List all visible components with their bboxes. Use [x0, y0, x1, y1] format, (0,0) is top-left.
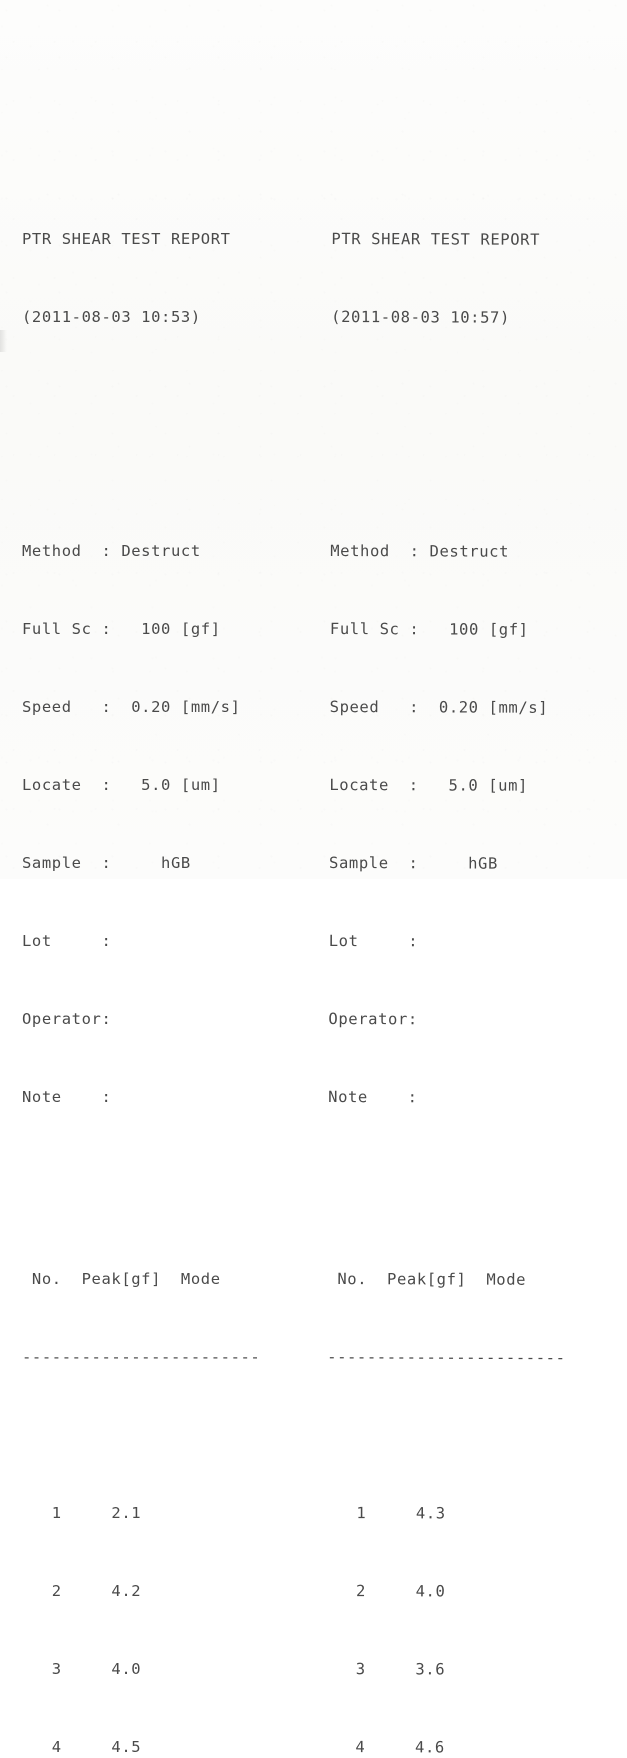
- param-note: Note :: [22, 1088, 112, 1106]
- table-row: 3 3.6: [325, 1659, 446, 1679]
- param-sample: Sample : hGB: [329, 853, 498, 873]
- table-row: 3 4.0: [22, 1660, 142, 1678]
- table-header-rule: ------------------------: [327, 1347, 566, 1367]
- measurement-rows: 1 2.1 2 4.2 3 4.0 4 4.5 5 3.9 6 4.3 7 4.…: [22, 1448, 322, 1758]
- table-row: 4 4.6: [325, 1737, 445, 1757]
- param-sample: Sample : hGB: [22, 854, 191, 872]
- param-operator: Operator:: [22, 1010, 112, 1028]
- table-row: 1 4.3: [326, 1503, 446, 1523]
- parameter-block: Method : Destruct Full Sc : 100 [gf] Spe…: [328, 486, 627, 1163]
- table-header: No. Peak[gf] Mode: [327, 1269, 527, 1289]
- report-right: PTR SHEAR TEST REPORT (2011-08-03 10:57)…: [327, 44, 627, 1758]
- param-full-sc: Full Sc : 100 [gf]: [22, 620, 221, 638]
- report-title-block: PTR SHEAR TEST REPORT (2011-08-03 10:57): [331, 174, 627, 383]
- report-left: PTR SHEAR TEST REPORT (2011-08-03 10:53)…: [22, 44, 322, 1758]
- table-row: 4 4.5: [22, 1738, 142, 1756]
- param-locate: Locate : 5.0 [um]: [22, 776, 221, 794]
- param-locate: Locate : 5.0 [um]: [329, 775, 529, 795]
- param-speed: Speed : 0.20 [mm/s]: [22, 698, 241, 716]
- param-lot: Lot :: [328, 931, 419, 951]
- table-row: 2 4.2: [22, 1582, 142, 1600]
- report-title-block: PTR SHEAR TEST REPORT (2011-08-03 10:53): [22, 174, 322, 382]
- param-speed: Speed : 0.20 [mm/s]: [329, 697, 549, 717]
- table-header: No. Peak[gf] Mode: [22, 1270, 221, 1288]
- param-note: Note :: [328, 1087, 418, 1107]
- report-title: PTR SHEAR TEST REPORT: [331, 229, 541, 249]
- param-method: Method : Destruct: [330, 541, 510, 561]
- report-datetime: (2011-08-03 10:53): [22, 308, 201, 326]
- parameter-block: Method : Destruct Full Sc : 100 [gf] Spe…: [22, 486, 322, 1162]
- table-row: 1 2.1: [22, 1504, 142, 1522]
- param-method: Method : Destruct: [22, 542, 201, 560]
- table-header-rule: ------------------------: [22, 1348, 261, 1366]
- report-title: PTR SHEAR TEST REPORT: [22, 230, 231, 248]
- param-operator: Operator:: [328, 1009, 418, 1029]
- param-lot: Lot :: [22, 932, 112, 950]
- scan-edge-artifact: [0, 330, 7, 352]
- table-row: 2 4.0: [326, 1581, 446, 1601]
- report-datetime: (2011-08-03 10:57): [331, 307, 510, 327]
- param-full-sc: Full Sc : 100 [gf]: [329, 619, 529, 639]
- measurement-rows: 1 4.3 2 4.0 3 3.6 4 4.6 5 4.6 6 3.6 7 4.…: [324, 1448, 627, 1758]
